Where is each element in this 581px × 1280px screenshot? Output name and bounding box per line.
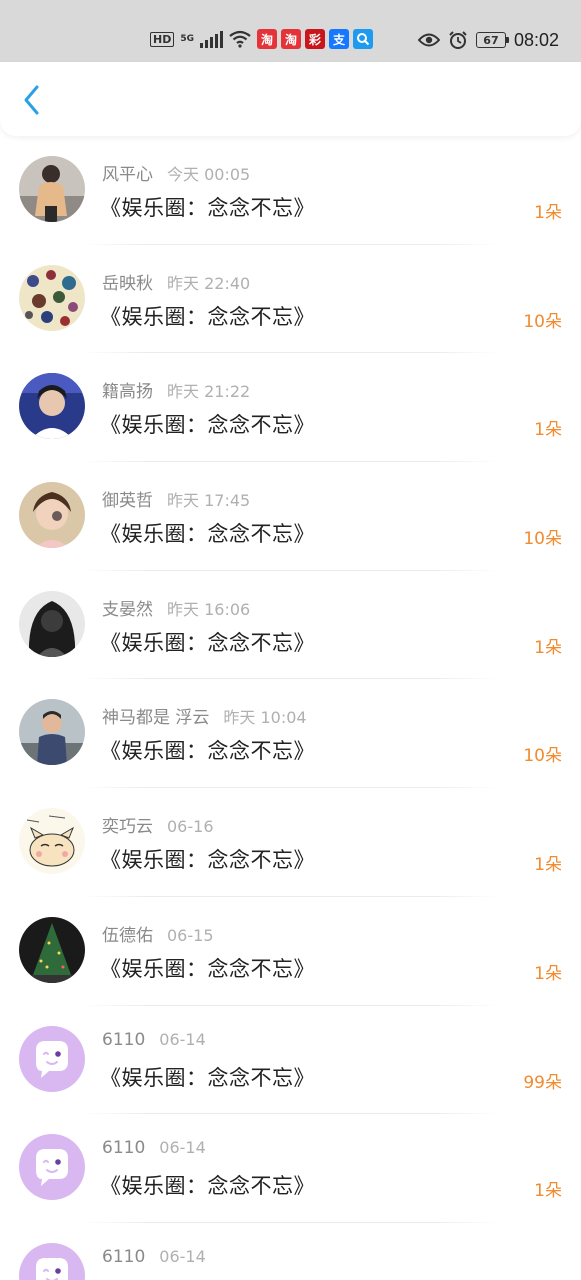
list-item[interactable]: 伍德佑 06-15 《娱乐圈：念念不忘》 1朵 [0,897,581,1006]
clock: 08:02 [513,29,559,50]
taobao-icon: 淘 [281,29,301,49]
send-time: 06-15 [167,925,214,945]
flower-count: 1朵 [534,1181,562,1202]
sender-info: 岳映秋 昨天 22:40 [102,269,250,294]
avatar[interactable] [19,590,85,657]
sender-name[interactable]: 伍德佑 [102,926,153,946]
gift-record-list: 风平心 今天 00:05 《娱乐圈：念念不忘》 1朵 岳映秋 昨天 22:40 《娱乐圈：念… [0,136,581,1280]
send-time: 06-16 [167,817,214,837]
sender-info: 6110 06-14 [102,1138,206,1158]
avatar[interactable] [19,1134,85,1201]
book-title: 《娱乐圈：念念不忘》 [100,956,315,981]
back-button[interactable] [16,84,48,116]
lottery-icon: 彩 [305,29,325,49]
sender-info: 6110 06-14 [102,1247,206,1267]
send-time: 06-14 [159,1138,206,1158]
wifi-icon [229,30,251,48]
list-item[interactable]: 岳映秋 昨天 22:40 《娱乐圈：念念不忘》 10朵 [0,245,581,354]
hd-indicator: HD [150,31,175,47]
sender-name[interactable]: 御英哲 [102,491,153,511]
send-time: 昨天 22:40 [167,273,251,293]
sender-name[interactable]: 神马都是 浮云 [102,708,209,728]
send-time: 昨天 21:22 [167,382,251,402]
sender-info: 籍高扬 昨天 21:22 [102,377,250,402]
flower-count: 10朵 [523,529,562,550]
send-time: 06-14 [159,1246,206,1266]
sender-name[interactable]: 奕巧云 [102,817,153,837]
sender-name[interactable]: 岳映秋 [102,274,153,294]
alipay-icon: 支 [329,29,349,49]
status-icons-right: 67 08:02 [417,28,559,52]
sender-info: 支晏然 昨天 16:06 [102,595,250,620]
send-time: 昨天 10:04 [223,708,307,728]
book-title: 《娱乐圈：念念不忘》 [100,848,315,873]
flower-count: 99朵 [523,1072,562,1093]
avatar[interactable] [19,1242,85,1280]
flower-count: 1朵 [534,203,562,223]
network-type: 5G [180,34,194,44]
avatar[interactable] [19,699,85,766]
list-item[interactable]: 6110 06-14 《娱乐圈：念念不忘》 1朵 [0,1114,581,1223]
alarm-icon [449,31,467,49]
sender-info: 奕巧云 06-16 [102,812,214,837]
flower-count: 1朵 [534,855,562,876]
send-time: 昨天 17:45 [167,491,251,511]
list-item[interactable]: 支晏然 昨天 16:06 《娱乐圈：念念不忘》 1朵 [0,571,581,680]
sender-name[interactable]: 6110 [102,1247,145,1267]
signal-icon [200,30,223,48]
sender-info: 神马都是 浮云 昨天 10:04 [102,703,307,728]
avatar[interactable] [19,156,85,222]
sender-info: 6110 06-14 [102,1030,206,1050]
list-item[interactable]: 风平心 今天 00:05 《娱乐圈：念念不忘》 1朵 [0,136,581,245]
send-time: 昨天 16:06 [167,599,251,619]
sender-name[interactable]: 支晏然 [102,600,153,620]
book-title: 《娱乐圈：念念不忘》 [100,739,315,764]
flower-count: 1朵 [534,963,562,984]
sender-name[interactable]: 6110 [102,1138,145,1158]
sender-info: 御英哲 昨天 17:45 [102,486,250,511]
top-header [0,62,581,136]
avatar[interactable] [19,482,85,549]
list-item[interactable]: 6110 06-14 《娱乐圈：念念不忘》 99朵 [0,1006,581,1115]
send-time: 06-14 [159,1029,206,1049]
book-title: 《娱乐圈：念念不忘》 [100,522,315,547]
sender-name[interactable]: 风平心 [102,165,153,185]
avatar[interactable] [19,373,85,440]
send-time: 今天 00:05 [167,165,251,184]
sender-info: 风平心 今天 00:05 [102,160,250,185]
book-title: 《娱乐圈：念念不忘》 [100,413,315,438]
flower-count: 1朵 [534,420,562,441]
notification-app-icons: 淘淘彩支 [257,29,373,49]
avatar[interactable] [19,264,85,331]
list-item[interactable]: 奕巧云 06-16 《娱乐圈：念念不忘》 1朵 [0,788,581,897]
list-item[interactable]: 御英哲 昨天 17:45 《娱乐圈：念念不忘》 10朵 [0,462,581,571]
list-item[interactable]: 神马都是 浮云 昨天 10:04 《娱乐圈：念念不忘》 10朵 [0,679,581,789]
flower-count: 10朵 [523,746,562,767]
book-title: 《娱乐圈：念念不忘》 [100,1065,315,1090]
sender-name[interactable]: 6110 [102,1030,145,1050]
search-app-icon [353,29,373,49]
sender-info: 伍德佑 06-15 [102,921,214,946]
avatar[interactable] [19,916,85,983]
book-title: 《娱乐圈：念念不忘》 [100,1174,315,1199]
chevron-left-icon [24,85,39,115]
list-item[interactable]: 6110 06-14 [0,1223,581,1280]
eye-icon [417,33,440,47]
flower-count: 1朵 [534,637,562,658]
taobao-icon: 淘 [257,29,277,49]
book-title: 《娱乐圈：念念不忘》 [100,196,315,220]
avatar[interactable] [19,1025,85,1092]
avatar[interactable] [19,808,85,875]
list-item[interactable]: 籍高扬 昨天 21:22 《娱乐圈：念念不忘》 1朵 [0,353,581,463]
status-bar: HD 5G 淘淘彩支 67 08:02 [0,0,581,62]
sender-name[interactable]: 籍高扬 [102,382,153,402]
battery-icon: 67 [475,32,509,48]
book-title: 《娱乐圈：念念不忘》 [100,304,315,329]
status-icons-left: HD 5G 淘淘彩支 [150,28,373,50]
flower-count: 10朵 [523,311,562,332]
book-title: 《娱乐圈：念念不忘》 [100,630,315,655]
